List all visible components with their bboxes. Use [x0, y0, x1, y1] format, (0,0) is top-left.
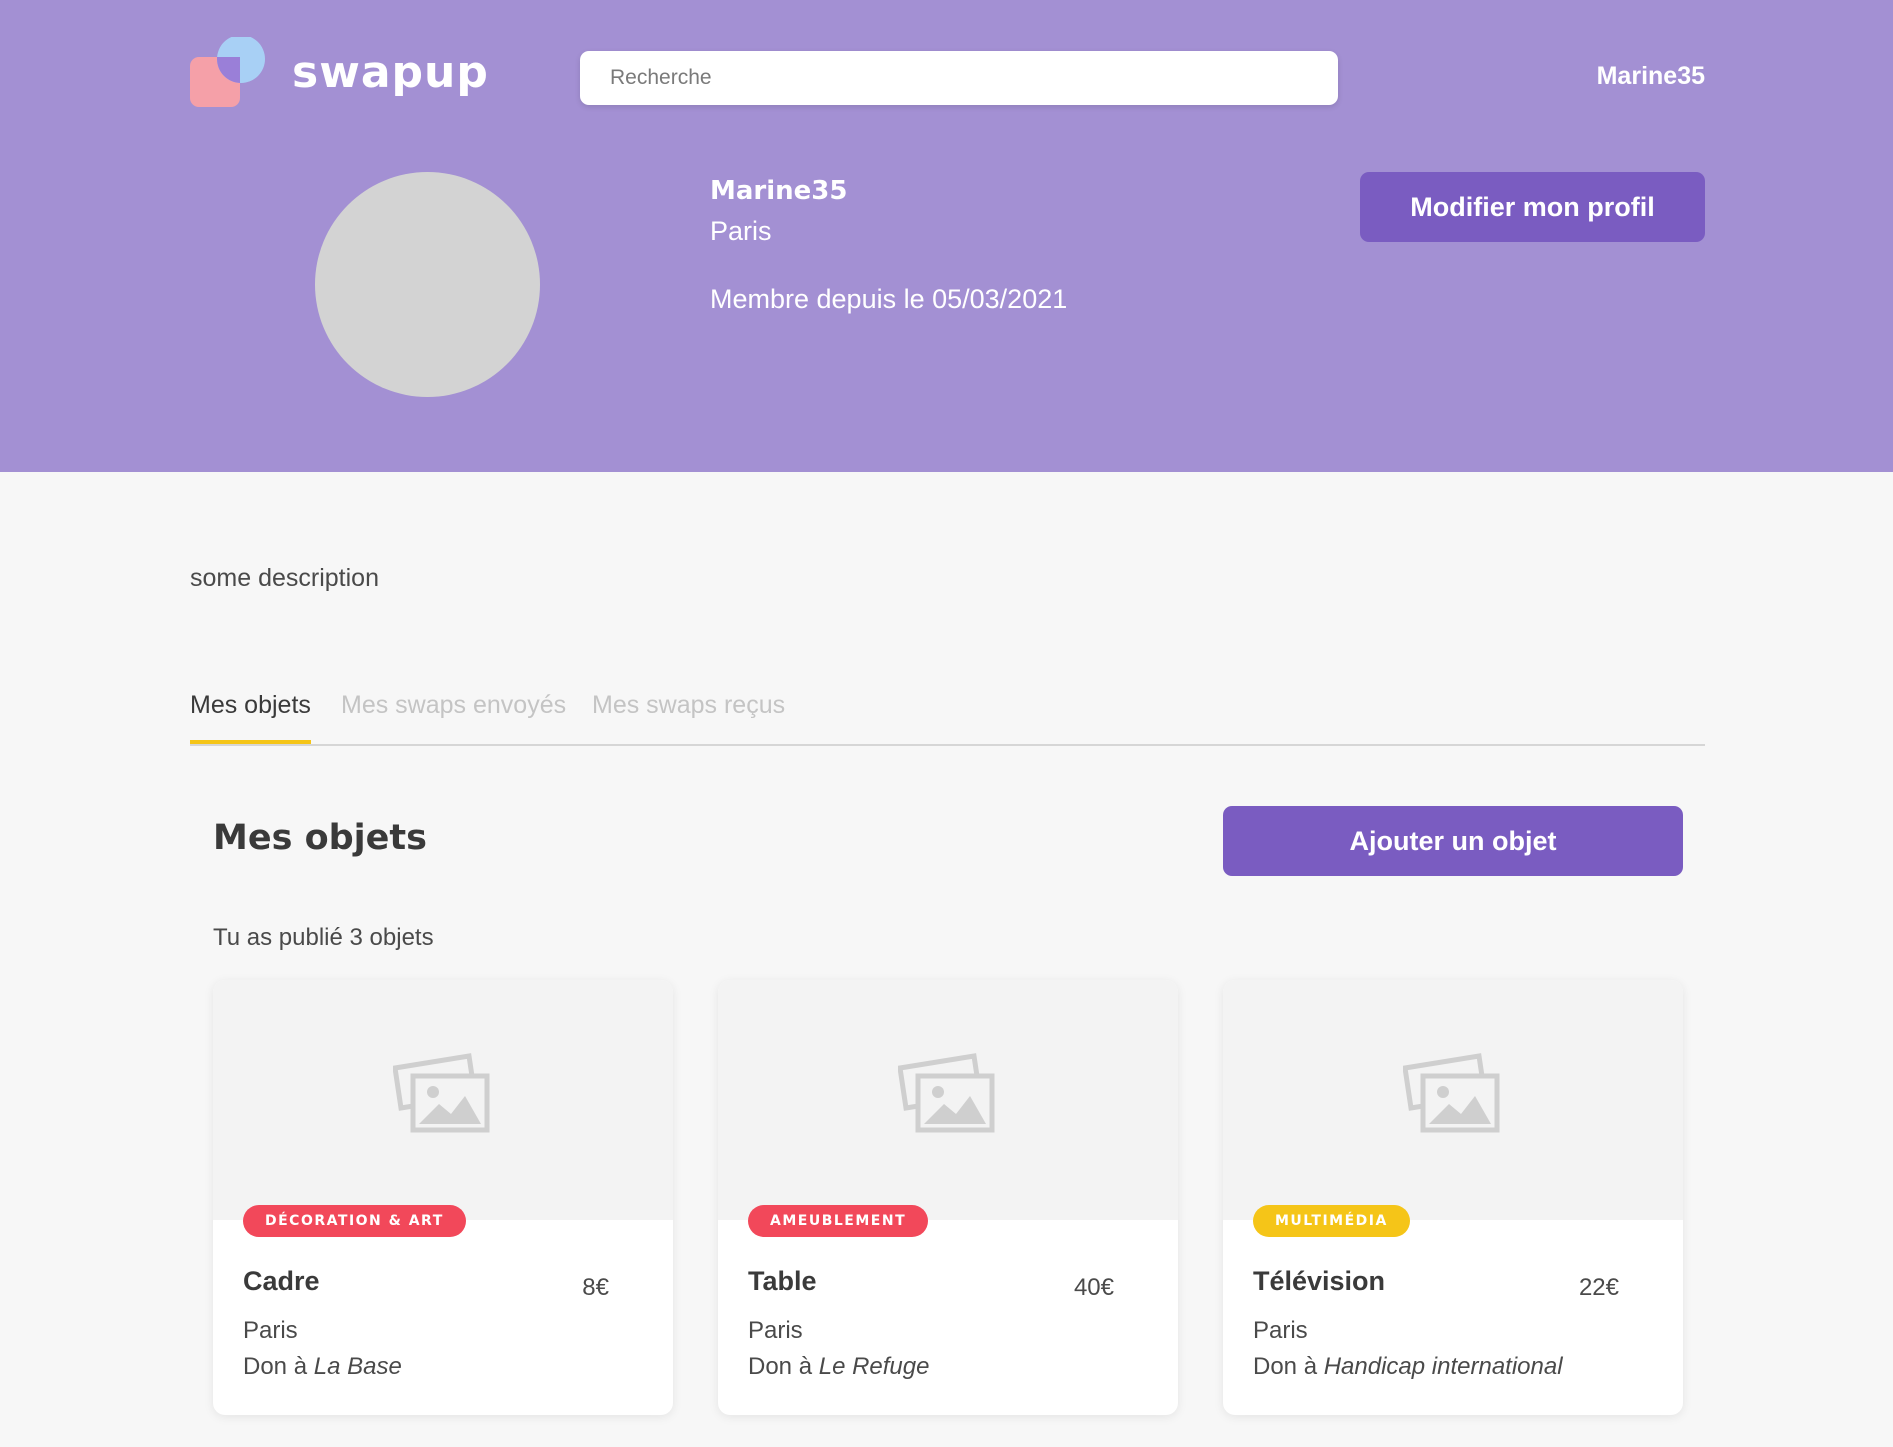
profile-city: Paris	[710, 216, 772, 246]
edit-profile-button[interactable]: Modifier mon profil	[1360, 172, 1705, 242]
donation-recipient: La Base	[313, 1353, 402, 1380]
donation-prefix: Don à	[243, 1353, 308, 1380]
object-card[interactable]: AMEUBLEMENT Table 40€ Paris Don à Le Ref…	[718, 980, 1178, 1415]
object-price: 40€	[1073, 1274, 1114, 1301]
object-donation: Don à La Base	[243, 1353, 402, 1381]
object-image	[213, 980, 673, 1220]
section-title: Mes objets	[213, 818, 427, 858]
category-badge: DÉCORATION & ART	[243, 1205, 466, 1237]
image-placeholder-icon	[393, 1053, 490, 1133]
object-price: 22€	[1578, 1274, 1619, 1301]
object-donation: Don à Le Refuge	[748, 1353, 929, 1381]
profile-tabs: Mes objets Mes swaps envoyés Mes swaps r…	[190, 686, 1705, 746]
search-input[interactable]	[580, 51, 1338, 105]
category-badge: MULTIMÉDIA	[1253, 1205, 1410, 1237]
object-title: Table	[748, 1266, 817, 1296]
add-object-button[interactable]: Ajouter un objet	[1223, 806, 1683, 876]
nav-username-link[interactable]: Marine35	[1597, 62, 1705, 91]
image-placeholder-icon	[1403, 1053, 1500, 1133]
donation-prefix: Don à	[748, 1353, 813, 1380]
object-price: 8€	[582, 1274, 609, 1301]
donation-recipient: Handicap international	[1323, 1353, 1563, 1380]
object-donation: Don à Handicap international	[1253, 1353, 1563, 1381]
donation-prefix: Don à	[1253, 1353, 1318, 1380]
donation-recipient: Le Refuge	[818, 1353, 930, 1380]
object-image	[718, 980, 1178, 1220]
profile-description: some description	[190, 564, 379, 592]
object-card[interactable]: DÉCORATION & ART Cadre 8€ Paris Don à La…	[213, 980, 673, 1415]
object-title: Télévision	[1253, 1266, 1386, 1296]
category-badge: AMEUBLEMENT	[748, 1205, 929, 1237]
avatar	[315, 172, 540, 397]
object-card[interactable]: MULTIMÉDIA Télévision 22€ Paris Don à Ha…	[1223, 980, 1683, 1415]
object-title: Cadre	[243, 1266, 320, 1296]
image-placeholder-icon	[898, 1053, 995, 1133]
object-city: Paris	[243, 1317, 298, 1344]
object-image	[1223, 980, 1683, 1220]
profile-member-since: Membre depuis le 05/03/2021	[710, 284, 1068, 314]
profile-username: Marine35	[710, 176, 848, 206]
tab-mes-objets[interactable]: Mes objets	[190, 691, 311, 744]
objects-count: Tu as publié 3 objets	[213, 924, 434, 951]
logo-text: swapup	[292, 47, 489, 98]
object-city: Paris	[1253, 1317, 1308, 1344]
tab-mes-swaps-recus[interactable]: Mes swaps reçus	[592, 691, 785, 740]
tab-mes-swaps-envoyes[interactable]: Mes swaps envoyés	[341, 691, 566, 740]
profile-header: swapup Marine35 Marine35 Paris Membre de…	[0, 0, 1893, 472]
logo[interactable]: swapup	[190, 37, 490, 117]
object-city: Paris	[748, 1317, 803, 1344]
swapup-logo-icon	[190, 37, 265, 107]
